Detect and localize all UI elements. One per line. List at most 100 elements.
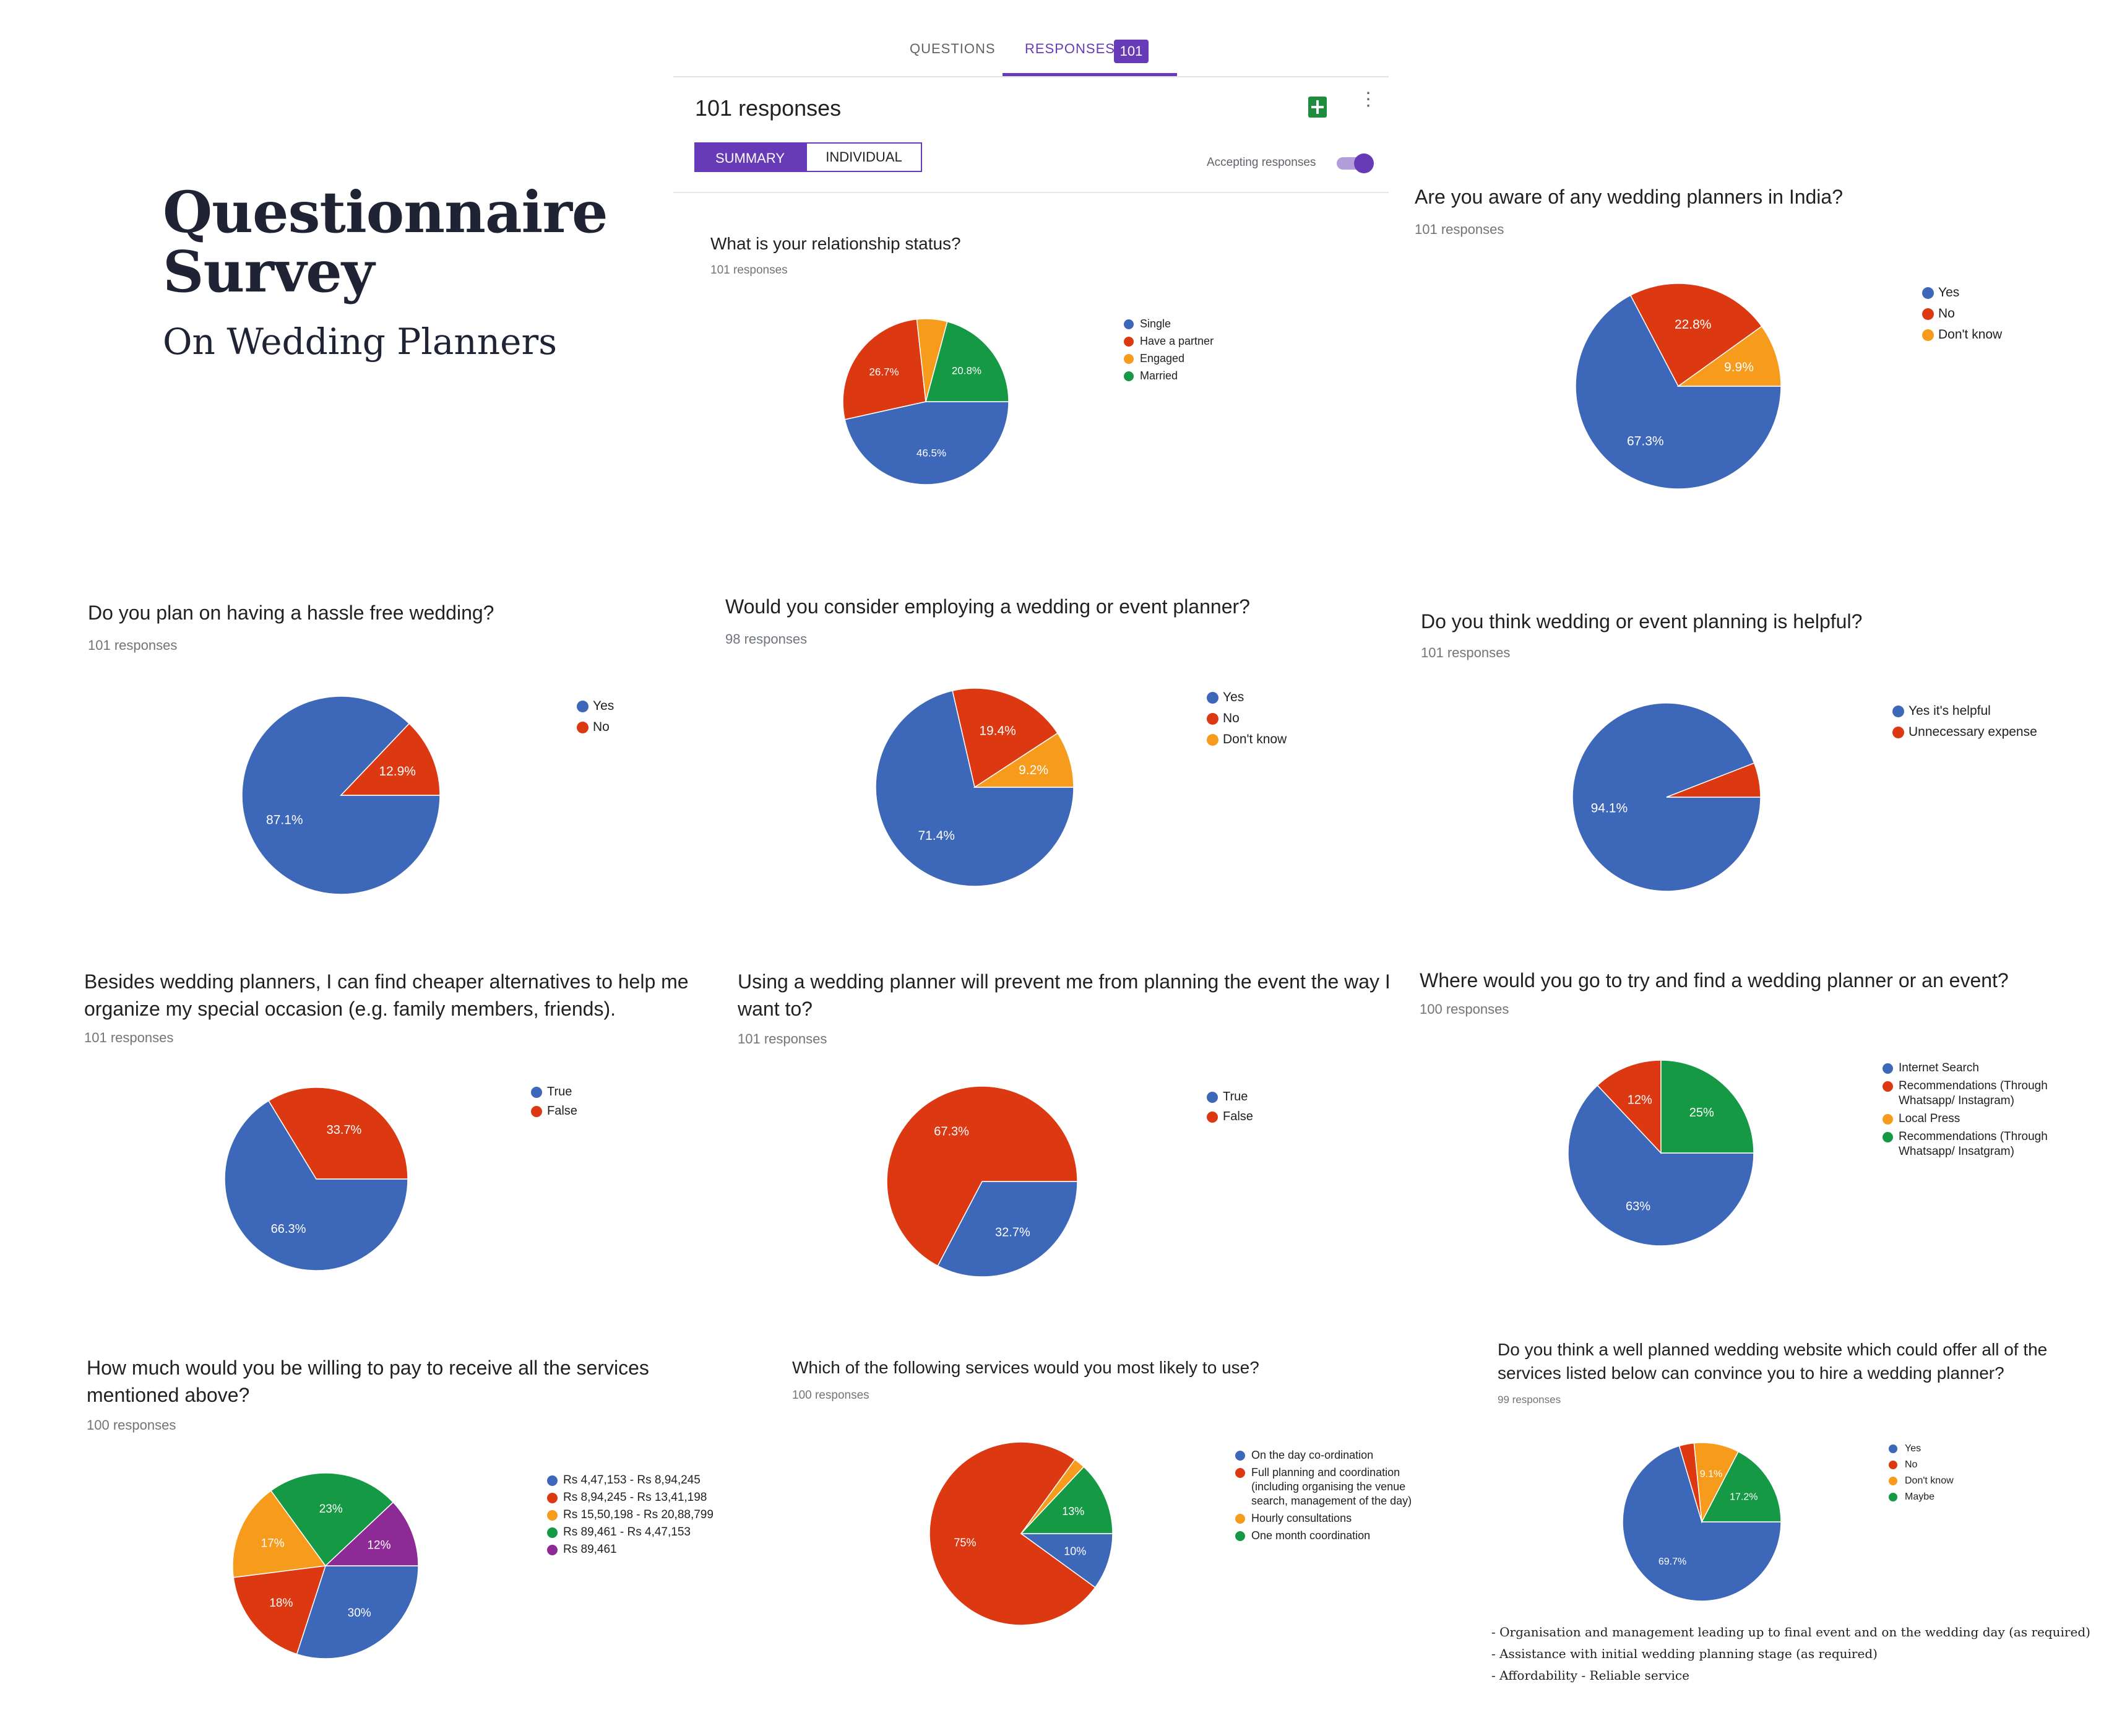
legend-label: Yes: [593, 699, 615, 713]
legend-label: False: [547, 1104, 577, 1118]
legend-label: Maybe: [1905, 1492, 1935, 1502]
legend-label: Recommendations (Through Whatsapp/ Insta…: [1899, 1079, 2048, 1107]
legend-item: Recommendations (Through Whatsapp/ Insta…: [1883, 1079, 2068, 1108]
slice-label: 9.1%: [1700, 1469, 1722, 1480]
legend-swatch: [1207, 1092, 1218, 1103]
chart-legend: True False: [531, 1084, 577, 1123]
legend-label: Yes: [1938, 285, 1960, 300]
chart-legend: On the day co-ordination Full planning an…: [1235, 1448, 1427, 1546]
legend-label: Don't know: [1905, 1475, 1954, 1486]
chart-legend: Yes No Don't know: [1922, 285, 2002, 348]
legend-item: Unnecessary expense: [1892, 724, 2037, 740]
chart-legend: Yes No Don't know: [1207, 689, 1287, 753]
legend-swatch: [577, 722, 589, 733]
legend-swatch: [1207, 734, 1218, 746]
legend-label: Yes: [1223, 690, 1244, 704]
legend-label: One month coordination: [1251, 1529, 1371, 1542]
legend-label: No: [1938, 306, 1955, 321]
legend-swatch: [547, 1527, 558, 1538]
legend-item: No: [1207, 710, 1287, 727]
legend-label: Rs 89,461: [563, 1543, 617, 1556]
legend-label: Married: [1140, 369, 1178, 382]
chart-legend: Yes No Don't know Maybe: [1889, 1442, 1954, 1506]
legend-label: Don't know: [1223, 732, 1287, 746]
legend-label: Yes it's helpful: [1909, 704, 1991, 718]
legend-label: Local Press: [1899, 1112, 1960, 1125]
legend-item: False: [1207, 1109, 1253, 1125]
legend-item: False: [531, 1103, 577, 1119]
legend-swatch: [1889, 1493, 1897, 1501]
legend-swatch: [1889, 1477, 1897, 1485]
legend-swatch: [547, 1493, 558, 1503]
legend-swatch: [547, 1475, 558, 1486]
legend-item: No: [577, 719, 614, 735]
legend-swatch: [1207, 1112, 1218, 1123]
legend-label: On the day co-ordination: [1251, 1449, 1374, 1461]
legend-label: Rs 4,47,153 - Rs 8,94,245: [563, 1474, 701, 1487]
legend-item: Hourly consultations: [1235, 1511, 1427, 1526]
legend-item: Yes it's helpful: [1892, 703, 2037, 719]
legend-item: Married: [1124, 369, 1214, 383]
slice-label: 69.7%: [1658, 1557, 1686, 1567]
legend-swatch: [1889, 1461, 1897, 1469]
legend-swatch: [1124, 354, 1134, 364]
legend-label: Rs 15,50,198 - Rs 20,88,799: [563, 1508, 714, 1521]
legend-swatch: [577, 701, 589, 712]
chart-legend: True False: [1207, 1089, 1253, 1129]
legend-label: Rs 8,94,245 - Rs 13,41,198: [563, 1491, 707, 1504]
legend-label: Have a partner: [1140, 335, 1214, 347]
legend-item: Rs 89,461 - Rs 4,47,153: [547, 1525, 714, 1540]
pie-svg: 69.7% 9.1% 17.2%: [1622, 1442, 1782, 1602]
legend-item: Rs 8,94,245 - Rs 13,41,198: [547, 1490, 714, 1505]
legend-label: Unnecessary expense: [1909, 725, 2037, 739]
legend-swatch: [1235, 1451, 1245, 1461]
legend-label: No: [1223, 711, 1240, 725]
note-item: - Organisation and management leading up…: [1491, 1625, 2090, 1639]
legend-item: Internet Search: [1883, 1061, 2068, 1076]
legend-swatch: [531, 1087, 542, 1098]
legend-item: No: [1922, 306, 2002, 322]
legend-item: Yes: [1207, 689, 1287, 706]
legend-label: Single: [1140, 317, 1171, 330]
legend-item: Maybe: [1889, 1490, 1954, 1503]
legend-swatch: [1883, 1114, 1893, 1125]
legend-swatch: [1207, 713, 1218, 725]
legend-swatch: [1892, 727, 1904, 738]
legend-item: Rs 4,47,153 - Rs 8,94,245: [547, 1473, 714, 1488]
legend-swatch: [547, 1510, 558, 1521]
legend-swatch: [1235, 1531, 1245, 1541]
legend-swatch: [1124, 371, 1134, 381]
legend-swatch: [1922, 329, 1934, 341]
legend-item: Single: [1124, 317, 1214, 331]
legend-label: False: [1223, 1110, 1253, 1123]
legend-label: Engaged: [1140, 352, 1185, 365]
legend-label: Hourly consultations: [1251, 1512, 1352, 1524]
legend-swatch: [1235, 1514, 1245, 1524]
legend-swatch: [547, 1545, 558, 1555]
legend-swatch: [1922, 287, 1934, 299]
legend-item: Recommendations (Through Whatsapp/ Insat…: [1883, 1129, 2068, 1159]
legend-swatch: [1124, 319, 1134, 329]
legend-label: No: [593, 720, 610, 734]
legend-label: Rs 89,461 - Rs 4,47,153: [563, 1526, 691, 1539]
chart-legend: Yes No: [577, 698, 614, 740]
slice-label: 17.2%: [1730, 1492, 1758, 1502]
legend-item: Don't know: [1922, 327, 2002, 343]
legend-item: Yes: [577, 698, 614, 714]
legend-item: No: [1889, 1458, 1954, 1471]
legend-swatch: [531, 1106, 542, 1117]
chart-legend: Single Have a partner Engaged Married: [1124, 317, 1214, 386]
legend-swatch: [1892, 706, 1904, 717]
legend-item: Local Press: [1883, 1112, 2068, 1126]
note-item: - Assistance with initial wedding planni…: [1491, 1646, 1878, 1661]
legend-swatch: [1235, 1468, 1245, 1478]
service-notes: - Organisation and management leading up…: [1491, 1622, 2090, 1686]
legend-label: Yes: [1905, 1443, 1921, 1454]
legend-item: True: [531, 1084, 577, 1100]
legend-swatch: [1883, 1132, 1893, 1142]
chart-legend: Internet Search Recommendations (Through …: [1883, 1061, 2068, 1162]
note-item: - Affordability - Reliable service: [1491, 1668, 1689, 1683]
chart-legend: Yes it's helpful Unnecessary expense: [1892, 703, 2037, 745]
legend-label: True: [547, 1085, 572, 1099]
legend-item: Yes: [1922, 285, 2002, 301]
